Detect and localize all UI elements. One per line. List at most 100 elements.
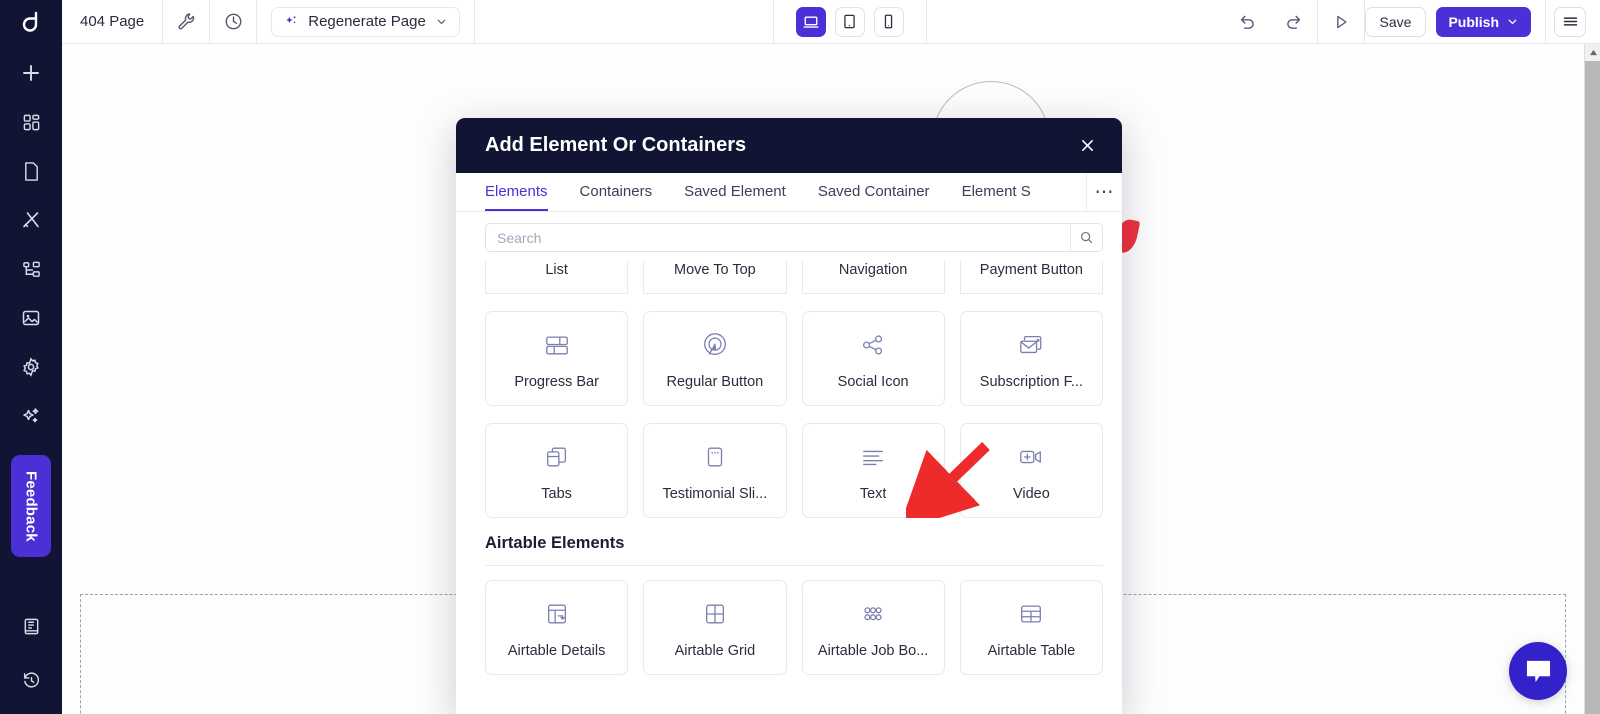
sidebar-item-docs[interactable] xyxy=(11,606,51,646)
sidebar-item-pages[interactable] xyxy=(11,151,51,191)
element-card-label: Airtable Job Bo... xyxy=(817,642,929,659)
save-button[interactable]: Save xyxy=(1364,6,1427,37)
section-divider xyxy=(485,565,1103,566)
text-lines-icon xyxy=(858,440,888,474)
scrollbar-thumb[interactable] xyxy=(1585,61,1600,714)
airtable-details-icon xyxy=(542,597,572,631)
testimonial-slider-icon xyxy=(700,440,730,474)
sidebar-item-structure[interactable] xyxy=(11,249,51,289)
element-card-testimonial-slider[interactable]: Testimonial Sli... xyxy=(643,423,787,518)
wrench-icon[interactable] xyxy=(163,0,209,44)
modal-search-area xyxy=(456,212,1122,261)
page-title: 404 Page xyxy=(80,13,145,30)
element-card-airtable-table[interactable]: Airtable Table xyxy=(959,580,1103,675)
element-card-label: Video xyxy=(1012,485,1050,502)
modal-title: Add Element Or Containers xyxy=(485,134,747,156)
element-card-navigation[interactable]: Navigation xyxy=(801,261,945,294)
sidebar-item-design[interactable] xyxy=(11,200,51,240)
sparkle-icon xyxy=(284,14,299,29)
tab-saved-container[interactable]: Saved Container xyxy=(818,173,930,211)
toolbar-divider xyxy=(925,0,927,44)
redo-icon[interactable] xyxy=(1271,0,1317,44)
element-card-progress-bar[interactable]: Progress Bar xyxy=(485,311,629,406)
toolbar-actions: Save Publish xyxy=(1225,0,1600,44)
element-grid-row: Progress Bar Regular Button Social Icon … xyxy=(485,311,1103,406)
airtable-table-icon xyxy=(1016,597,1046,631)
element-card-label: Social Icon xyxy=(837,373,909,390)
toolbar-divider xyxy=(256,0,258,44)
tab-elements[interactable]: Elements xyxy=(485,173,548,211)
element-grid-row: Airtable Details Airtable Grid Airtable … xyxy=(485,580,1103,675)
play-preview-icon[interactable] xyxy=(1318,0,1364,44)
tab-containers[interactable]: Containers xyxy=(580,173,653,211)
canvas-scrollbar[interactable] xyxy=(1584,44,1600,714)
device-switcher xyxy=(774,6,926,37)
element-card-label: List xyxy=(545,261,568,278)
sidebar-item-ai[interactable] xyxy=(11,396,51,436)
device-tablet-button[interactable] xyxy=(834,6,865,37)
undo-icon[interactable] xyxy=(1225,0,1271,44)
sidebar-item-settings[interactable] xyxy=(11,347,51,387)
element-card-airtable-job-board[interactable]: Airtable Job Bo... xyxy=(801,580,945,675)
tab-saved-element[interactable]: Saved Element xyxy=(684,173,786,211)
tabs-icon xyxy=(542,440,572,474)
sidebar-item-widgets[interactable] xyxy=(11,102,51,142)
publish-button[interactable]: Publish xyxy=(1436,6,1531,37)
social-share-icon xyxy=(858,328,888,362)
feedback-button[interactable]: Feedback xyxy=(11,455,51,557)
element-card-tabs[interactable]: Tabs xyxy=(485,423,629,518)
element-card-label: Airtable Grid xyxy=(674,642,756,659)
sidebar-item-revision-history[interactable] xyxy=(11,660,51,700)
chevron-down-icon xyxy=(435,15,448,28)
top-toolbar: 404 Page Regenerate Page Save Publish xyxy=(62,0,1600,44)
regenerate-page-button[interactable]: Regenerate Page xyxy=(271,6,460,37)
element-card-label: Move To Top xyxy=(674,261,756,278)
element-card-label: Text xyxy=(859,485,887,502)
section-heading: Airtable Elements xyxy=(485,534,625,552)
element-card-video[interactable]: Video xyxy=(959,423,1103,518)
device-mobile-button[interactable] xyxy=(873,6,904,37)
element-card-airtable-grid[interactable]: Airtable Grid xyxy=(643,580,787,675)
element-card-label: Airtable Details xyxy=(507,642,606,659)
element-grid-row: Tabs Testimonial Sli... Text Video xyxy=(485,423,1103,518)
chevron-down-icon xyxy=(1506,15,1519,28)
element-card-text[interactable]: Text xyxy=(801,423,945,518)
toolbar-divider xyxy=(473,0,475,44)
tabs-overflow-button[interactable]: ⋯ xyxy=(1086,173,1122,211)
element-card-airtable-details[interactable]: Airtable Details xyxy=(485,580,629,675)
search-row xyxy=(485,223,1103,252)
element-card-label: Regular Button xyxy=(666,373,764,390)
tab-element-s[interactable]: Element S xyxy=(962,173,1031,211)
clock-history-icon[interactable] xyxy=(210,0,256,44)
element-card-subscription-form[interactable]: Subscription F... xyxy=(959,311,1103,406)
search-input[interactable] xyxy=(486,224,1070,251)
progress-bar-icon xyxy=(542,328,572,362)
hamburger-menu-icon[interactable] xyxy=(1554,6,1586,37)
chat-bubble-icon[interactable] xyxy=(1509,642,1567,700)
element-card-list[interactable]: List xyxy=(485,261,629,294)
sidebar-item-add[interactable] xyxy=(11,53,51,93)
toolbar-divider xyxy=(1545,0,1546,44)
element-card-label: Progress Bar xyxy=(514,373,599,390)
search-icon[interactable] xyxy=(1070,224,1102,251)
brand-d-logo[interactable] xyxy=(0,0,62,44)
element-card-label: Airtable Table xyxy=(987,642,1076,659)
modal-header: Add Element Or Containers xyxy=(456,118,1122,173)
regenerate-page-label: Regenerate Page xyxy=(308,13,426,30)
device-desktop-button[interactable] xyxy=(795,6,826,37)
element-card-move-to-top[interactable]: Move To Top xyxy=(643,261,787,294)
sidebar-item-media[interactable] xyxy=(11,298,51,338)
left-sidebar: Feedback xyxy=(0,0,62,714)
element-card-social-icon[interactable]: Social Icon xyxy=(801,311,945,406)
element-card-label: Testimonial Sli... xyxy=(662,485,768,502)
close-icon[interactable] xyxy=(1072,131,1102,161)
subscription-form-icon xyxy=(1016,328,1046,362)
modal-tabs: Elements Containers Saved Element Saved … xyxy=(456,173,1122,212)
element-card-regular-button[interactable]: Regular Button xyxy=(643,311,787,406)
modal-scroll-body[interactable]: List Move To Top Navigation Payment Butt… xyxy=(456,261,1122,714)
video-add-icon xyxy=(1016,440,1046,474)
add-element-modal: Add Element Or Containers Elements Conta… xyxy=(456,118,1122,714)
element-card-payment-button[interactable]: Payment Button xyxy=(959,261,1103,294)
scroll-up-arrow-icon[interactable] xyxy=(1585,44,1600,61)
app-root: Feedback 404 Page Regenerate Page Save P… xyxy=(0,0,1600,714)
